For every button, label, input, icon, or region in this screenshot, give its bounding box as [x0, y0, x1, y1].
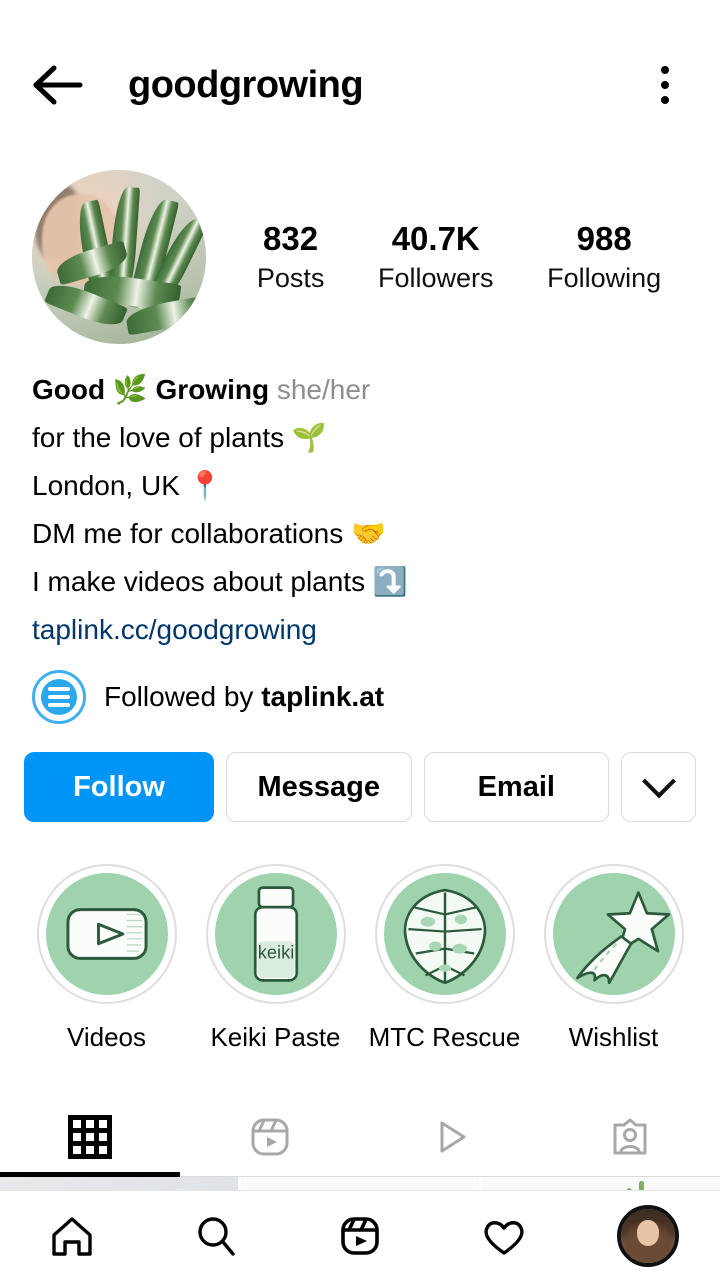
highlight-mtc-rescue[interactable]: MTC Rescue [360, 864, 529, 1053]
email-button[interactable]: Email [423, 752, 609, 822]
followed-by-username: taplink.at [261, 681, 385, 712]
message-button[interactable]: Message [226, 752, 412, 822]
highlight-videos[interactable]: Videos [22, 864, 191, 1053]
play-icon [440, 1121, 466, 1153]
profile-avatar[interactable] [32, 170, 206, 344]
nav-search[interactable] [144, 1210, 288, 1262]
profile-summary: 832 Posts 40.7K Followers 988 Following [0, 150, 720, 344]
bio-line-3: London, UK 📍 [32, 470, 223, 501]
bio-display-name: Good 🌿 Growing she/her [32, 366, 688, 414]
following-label: Following [547, 263, 662, 294]
highlight-ring [36, 864, 177, 1004]
story-highlights: Videos keiki Keiki Paste MTC Rescue Wish… [0, 822, 720, 1053]
nav-profile[interactable] [576, 1204, 720, 1267]
bio-name-part1: Good [32, 374, 106, 405]
monstera-leaf-icon [383, 873, 506, 995]
highlight-wishlist[interactable]: Wishlist [529, 864, 698, 1053]
heart-icon [484, 1220, 524, 1255]
tab-grid[interactable] [0, 1097, 180, 1177]
bottom-navigation [0, 1190, 720, 1280]
highlight-ring [374, 864, 515, 1004]
bottle-icon: keiki [214, 873, 337, 995]
bio-name-part2: Growing [155, 374, 270, 405]
stat-followers[interactable]: 40.7K Followers [378, 220, 494, 295]
stats-row: 832 Posts 40.7K Followers 988 Following [206, 220, 688, 295]
nav-reels[interactable] [288, 1210, 432, 1262]
bio-line-5: I make videos about plants ⤵️ [32, 566, 408, 597]
home-icon [52, 1216, 92, 1256]
page-title: goodgrowing [128, 63, 364, 106]
following-count: 988 [576, 219, 632, 257]
search-icon [198, 1216, 235, 1256]
highlight-keiki-paste[interactable]: keiki Keiki Paste [191, 864, 360, 1053]
bio-section: Good 🌿 Growing she/her for the love of p… [0, 344, 720, 654]
tab-tagged[interactable] [540, 1097, 720, 1177]
highlight-label: Videos [66, 1022, 147, 1052]
posts-count: 832 [263, 219, 319, 257]
shooting-star-icon [552, 873, 675, 995]
followers-label: Followers [377, 263, 494, 294]
svg-text:keiki: keiki [257, 941, 294, 962]
leaf-emoji: 🌿 [112, 374, 148, 405]
highlight-label: Keiki Paste [210, 1022, 341, 1052]
taplink-avatar [32, 670, 86, 724]
bio-line-4: DM me for collaborations 🤝 [32, 518, 386, 549]
user-avatar [617, 1204, 679, 1267]
avatar-image [32, 170, 206, 344]
header-bar: goodgrowing [0, 0, 720, 150]
more-vertical-icon[interactable] [640, 57, 690, 113]
bio-link[interactable]: taplink.cc/goodgrowing [32, 606, 688, 654]
profile-tabs [0, 1097, 720, 1177]
chevron-down-icon [641, 764, 676, 799]
tab-igtv[interactable] [360, 1097, 540, 1177]
more-options-button[interactable] [621, 752, 696, 822]
tagged-person-icon [613, 1118, 647, 1155]
highlight-ring [543, 864, 684, 1004]
nav-home[interactable] [0, 1210, 144, 1262]
back-icon[interactable] [30, 57, 86, 113]
highlight-ring: keiki [205, 864, 346, 1004]
nav-activity[interactable] [432, 1210, 576, 1262]
followed-by-prefix: Followed by [104, 681, 254, 712]
follow-button[interactable]: Follow [24, 752, 214, 822]
highlight-label: MTC Rescue [368, 1022, 521, 1052]
bio-pronouns: she/her [276, 374, 371, 405]
posts-label: Posts [256, 263, 325, 294]
reels-icon [251, 1118, 289, 1156]
action-buttons: Follow Message Email [0, 724, 720, 822]
highlight-label: Wishlist [568, 1022, 659, 1052]
tab-reels[interactable] [180, 1097, 360, 1177]
grid-icon [68, 1115, 112, 1159]
stat-following[interactable]: 988 Following [547, 220, 661, 295]
followed-by-text: Followed by taplink.at [104, 681, 384, 713]
bio-line-2: for the love of plants 🌱 [32, 422, 327, 453]
instagram-profile-screen: goodgrowing 832 Posts 40.7K Followers 98… [0, 0, 720, 1280]
stat-posts[interactable]: 832 Posts [257, 220, 325, 295]
reels-icon [341, 1216, 379, 1255]
followed-by-row[interactable]: Followed by taplink.at [0, 654, 720, 724]
video-player-icon [45, 873, 168, 995]
followers-count: 40.7K [391, 219, 480, 257]
